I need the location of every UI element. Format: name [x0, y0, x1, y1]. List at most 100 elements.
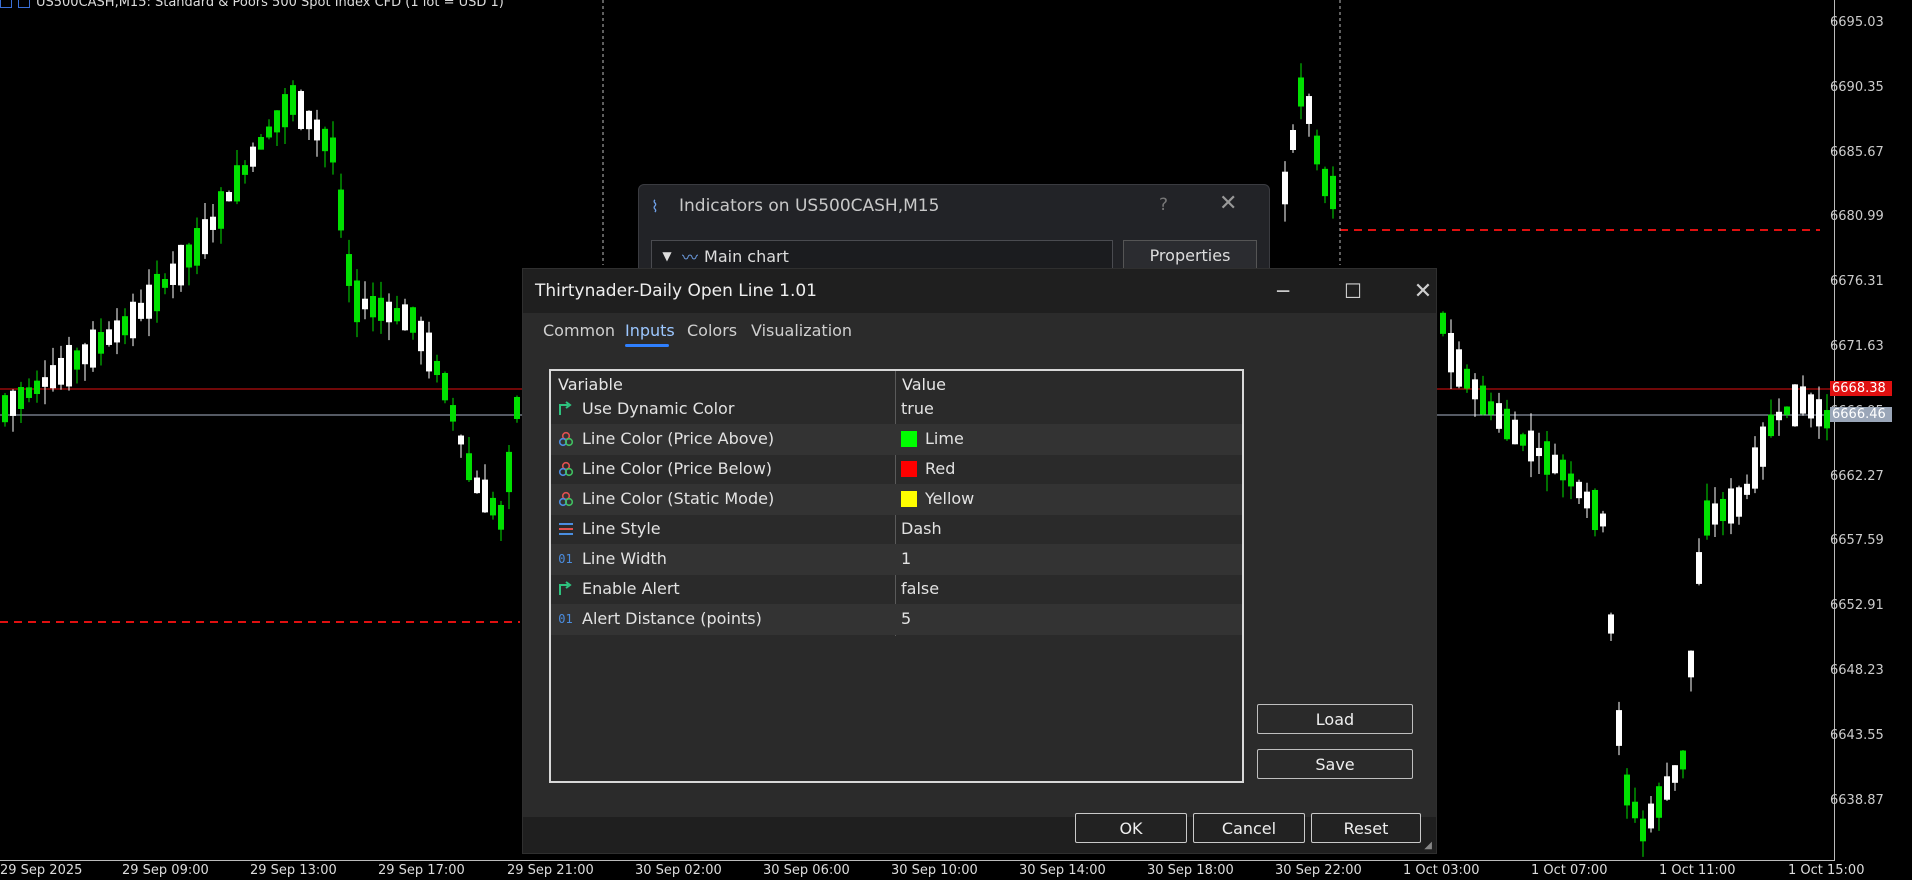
row-variable: Enable Alert [557, 579, 680, 598]
properties-button[interactable]: Properties [1123, 240, 1257, 270]
candle-body [1728, 488, 1734, 524]
candle-body [1792, 384, 1798, 427]
candle-body [1744, 483, 1750, 495]
time-tick-label: 30 Sep 14:00 [1019, 863, 1106, 878]
time-tick-label: 30 Sep 06:00 [763, 863, 850, 878]
table-row[interactable]: Line Style Dash [551, 515, 1242, 545]
candle-body [146, 284, 152, 319]
candle-body [354, 280, 360, 323]
time-tick-label: 29 Sep 13:00 [250, 863, 337, 878]
candle-body [330, 137, 336, 163]
candle-body [34, 380, 40, 395]
candle-body [1592, 489, 1598, 531]
close-icon[interactable]: ✕ [1403, 277, 1443, 305]
candle-body [402, 304, 408, 331]
candle-body [1600, 513, 1606, 527]
table-row[interactable]: Line Color (Price Above) Lime [551, 425, 1242, 455]
row-value[interactable]: 5 [901, 609, 911, 628]
candle-body [266, 126, 272, 138]
price-tag-grey: 6666.46 [1830, 407, 1892, 422]
close-icon[interactable]: ✕ [1219, 191, 1237, 216]
time-tick-label: 1 Oct 03:00 [1403, 863, 1480, 878]
candle-body [1816, 399, 1822, 427]
tab-visualization[interactable]: Visualization [751, 321, 852, 340]
table-row[interactable]: 01 Line Width 1 [551, 545, 1242, 575]
candle-body [26, 387, 32, 398]
minimize-icon[interactable]: ─ [1263, 277, 1303, 305]
candle-body [1800, 386, 1806, 414]
color-icon [557, 490, 574, 507]
table-row[interactable]: Enable Alert false [551, 575, 1242, 605]
bool-icon [557, 400, 574, 417]
candle-body [1664, 776, 1670, 800]
tab-inputs[interactable]: Inputs [625, 321, 675, 340]
row-value[interactable]: Lime [901, 429, 964, 448]
table-row[interactable]: Use Dynamic Color true [551, 395, 1242, 425]
row-value[interactable]: false [901, 579, 939, 598]
candle-body [1322, 168, 1328, 197]
column-header-variable[interactable]: Variable [558, 375, 623, 394]
candle-body [1568, 473, 1574, 487]
tab-colors[interactable]: Colors [687, 321, 737, 340]
row-variable: Line Color (Price Above) [557, 429, 774, 448]
table-row[interactable]: Line Color (Static Mode) Yellow [551, 485, 1242, 515]
inputs-table[interactable]: Variable Value Use Dynamic Color true Line… [549, 369, 1244, 783]
save-button[interactable]: Save [1257, 749, 1413, 779]
indicator-properties-dialog: Thirtynader-Daily Open Line 1.01 ─ ☐ ✕ C… [522, 268, 1437, 854]
color-icon [557, 430, 574, 447]
candle-body [346, 254, 352, 286]
maximize-icon[interactable]: ☐ [1333, 277, 1373, 305]
table-row[interactable]: 01 Alert Distance (points) 5 [551, 605, 1242, 635]
candle-body [74, 350, 80, 370]
candle-body [1672, 765, 1678, 783]
load-button[interactable]: Load [1257, 704, 1413, 734]
candle-body [410, 307, 416, 333]
row-value[interactable]: Dash [901, 519, 942, 538]
dialog-title: Thirtynader-Daily Open Line 1.01 [535, 281, 817, 301]
table-row[interactable]: Line Color (Price Below) Red [551, 455, 1242, 485]
row-variable: 01 Alert Distance (points) [557, 609, 762, 628]
indicator-icon: ⌇ [651, 196, 659, 216]
candle-body [418, 320, 424, 352]
candle-body [226, 192, 232, 202]
row-value[interactable]: true [901, 399, 934, 418]
color-swatch [901, 430, 917, 447]
candle-body [1464, 368, 1470, 389]
time-tick-label: 30 Sep 02:00 [635, 863, 722, 878]
candle-body [370, 296, 376, 318]
candle-body [466, 453, 472, 481]
candle-body [1624, 774, 1630, 806]
resize-grip-icon[interactable]: ◢ [1424, 840, 1432, 851]
tab-common[interactable]: Common [543, 321, 615, 340]
reset-button[interactable]: Reset [1311, 813, 1421, 843]
candle-body [162, 279, 168, 288]
candle-body [1752, 447, 1758, 489]
dialog-titlebar: Thirtynader-Daily Open Line 1.01 ─ ☐ ✕ [523, 269, 1436, 313]
cancel-button[interactable]: Cancel [1193, 813, 1305, 843]
candle-body [234, 165, 240, 202]
chevron-down-icon: ▼ [662, 249, 672, 263]
candle-body [2, 395, 8, 423]
price-tick-label: 6695.03 [1830, 15, 1884, 30]
chart-title: US500CASH,M15: Standard & Poors 500 Spot… [0, 0, 504, 10]
variable-label: Use Dynamic Color [582, 399, 735, 418]
help-icon[interactable]: ? [1159, 195, 1168, 215]
row-value[interactable]: Yellow [901, 489, 974, 508]
row-value[interactable]: 1 [901, 549, 911, 568]
ok-button[interactable]: OK [1075, 813, 1187, 843]
column-header-value[interactable]: Value [902, 375, 946, 394]
row-value[interactable]: Red [901, 459, 955, 478]
candle-body [1768, 414, 1774, 437]
candle-body [82, 344, 88, 365]
candle-body [1736, 487, 1742, 517]
candle-body [1720, 498, 1726, 522]
candle-body [1632, 801, 1638, 819]
candle-body [498, 504, 504, 530]
int-icon: 01 [558, 611, 573, 626]
candle-body [1330, 175, 1336, 210]
candle-body [1616, 710, 1622, 746]
candle-body [482, 479, 488, 513]
value-label: Dash [901, 519, 942, 538]
candle-body [138, 302, 144, 319]
candle-body [258, 137, 264, 150]
